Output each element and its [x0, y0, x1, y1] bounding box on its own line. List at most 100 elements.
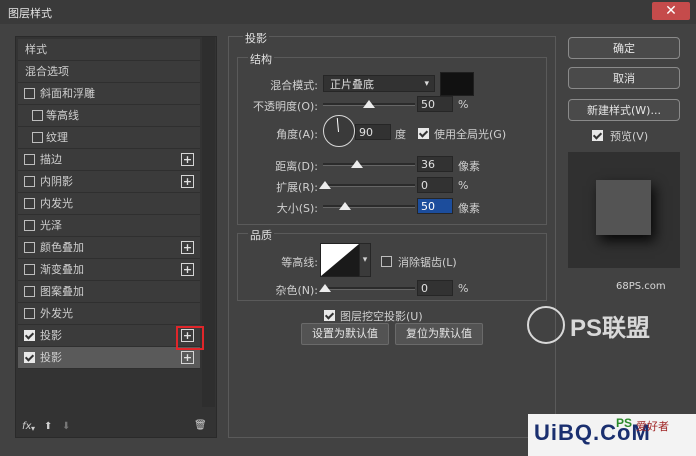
contour-preview[interactable] [320, 243, 360, 277]
ok-button[interactable]: 确定 [568, 37, 680, 59]
add-style-icon[interactable]: + [181, 175, 194, 188]
spread-label: 扩展(R): [276, 181, 318, 194]
add-style-icon[interactable]: + [181, 241, 194, 254]
style-item[interactable]: 样式 [18, 39, 200, 61]
noise-label: 杂色(N): [275, 284, 318, 297]
watermark-badge-ps: PS [616, 416, 633, 430]
anti-alias-checkbox[interactable] [381, 256, 392, 267]
style-item[interactable]: 光泽 [18, 215, 200, 237]
noise-unit: % [458, 282, 469, 295]
distance-slider-track[interactable] [323, 163, 415, 166]
preview-thumbnail [568, 152, 680, 268]
style-item[interactable]: 外发光 [18, 303, 200, 325]
style-item[interactable]: 混合选项 [18, 61, 200, 83]
style-item[interactable]: 投影 + [18, 325, 200, 347]
style-item-label: 内发光 [40, 197, 73, 210]
style-item-label: 纹理 [46, 131, 68, 144]
style-item-label: 光泽 [40, 219, 62, 232]
move-up-icon[interactable]: ⬆ [44, 421, 52, 432]
size-input[interactable]: 50 [417, 198, 453, 214]
annotation-red-box [176, 326, 204, 350]
style-item[interactable]: 等高线 [18, 105, 200, 127]
cancel-button[interactable]: 取消 [568, 67, 680, 89]
style-item[interactable]: 投影 + [18, 347, 200, 369]
style-item-checkbox[interactable] [24, 264, 35, 275]
new-style-button[interactable]: 新建样式(W)... [568, 99, 680, 121]
style-item[interactable]: 内发光 [18, 193, 200, 215]
preview-checkbox[interactable] [592, 130, 603, 141]
close-button[interactable]: ✕ [652, 2, 690, 20]
trash-icon[interactable]: 🗑 [194, 420, 207, 431]
style-item-checkbox[interactable] [24, 88, 35, 99]
shadow-color-swatch[interactable] [440, 72, 474, 96]
make-default-button[interactable]: 设置为默认值 [301, 323, 389, 345]
style-item-label: 颜色叠加 [40, 241, 84, 254]
style-item[interactable]: 内阴影 + [18, 171, 200, 193]
window-title: 图层样式 [8, 7, 52, 20]
style-item[interactable]: 图案叠加 [18, 281, 200, 303]
angle-dial[interactable] [323, 115, 355, 147]
angle-needle [336, 118, 339, 133]
noise-slider-track[interactable] [323, 287, 415, 290]
preview-square [596, 180, 651, 235]
style-item[interactable]: 斜面和浮雕 [18, 83, 200, 105]
title-bar: 图层样式 ✕ [0, 0, 696, 25]
style-item-label: 外发光 [40, 307, 73, 320]
style-item-checkbox[interactable] [24, 352, 35, 363]
blend-mode-label: 混合模式: [270, 79, 318, 92]
style-item-checkbox[interactable] [24, 220, 35, 231]
style-item[interactable]: 描边 + [18, 149, 200, 171]
spread-input[interactable]: 0 [417, 177, 453, 193]
styles-panel: 样式 混合选项 斜面和浮雕 等高线 纹理 描边 + 内阴影 + 内发光 光泽 颜色叠加 + 渐变叠加 + 图案… [15, 36, 217, 438]
spread-slider-track[interactable] [323, 184, 415, 187]
distance-slider-thumb[interactable] [351, 160, 363, 168]
style-item[interactable]: 纹理 [18, 127, 200, 149]
noise-slider-thumb[interactable] [319, 284, 331, 292]
move-down-icon[interactable]: ⬇ [62, 421, 70, 432]
add-style-icon[interactable]: + [181, 153, 194, 166]
contour-dropdown[interactable]: ▾ [359, 243, 371, 277]
style-item-label: 描边 [40, 153, 62, 166]
style-item-checkbox[interactable] [24, 330, 35, 341]
watermark-badge-cn: 爱好者 [636, 420, 669, 433]
style-item-label: 投影 [40, 351, 62, 364]
styles-scrollbar[interactable] [202, 37, 215, 407]
opacity-slider-thumb[interactable] [363, 100, 375, 108]
style-item-checkbox[interactable] [32, 110, 43, 121]
add-style-icon[interactable]: + [181, 263, 194, 276]
style-item-checkbox[interactable] [32, 132, 43, 143]
layer-style-dialog: 样式 混合选项 斜面和浮雕 等高线 纹理 描边 + 内阴影 + 内发光 光泽 颜色叠加 + 渐变叠加 + 图案… [0, 24, 696, 456]
style-item-label: 投影 [40, 329, 62, 342]
quality-group: 品质 等高线: ▾ 消除锯齿(L) 杂色(N): 0 % [237, 227, 547, 301]
style-item-checkbox[interactable] [24, 308, 35, 319]
spread-slider-thumb[interactable] [319, 181, 331, 189]
fx-dropdown-icon[interactable]: ▾ [31, 424, 35, 433]
add-style-icon[interactable]: + [181, 351, 194, 364]
style-item-checkbox[interactable] [24, 176, 35, 187]
style-item[interactable]: 颜色叠加 + [18, 237, 200, 259]
drop-shadow-title: 投影 [243, 30, 269, 46]
style-item-checkbox[interactable] [24, 286, 35, 297]
distance-input[interactable]: 36 [417, 156, 453, 172]
chevron-down-icon: ▾ [424, 79, 429, 89]
styles-bottom-toolbar: fx ▾ ⬆ ⬇ 🗑 [22, 420, 212, 435]
noise-input[interactable]: 0 [417, 280, 453, 296]
style-item-checkbox[interactable] [24, 242, 35, 253]
opacity-unit: % [458, 98, 469, 111]
angle-input[interactable]: 90 [355, 124, 391, 140]
style-item-checkbox[interactable] [24, 154, 35, 165]
angle-label: 角度(A): [276, 128, 318, 141]
global-light-checkbox[interactable] [418, 128, 429, 139]
knockout-checkbox[interactable] [324, 310, 335, 321]
size-slider-track[interactable] [323, 205, 415, 208]
style-item-label: 等高线 [46, 109, 79, 122]
style-item-label: 内阴影 [40, 175, 73, 188]
style-item-checkbox[interactable] [24, 198, 35, 209]
style-item[interactable]: 渐变叠加 + [18, 259, 200, 281]
structure-title: 结构 [248, 51, 274, 67]
size-slider-thumb[interactable] [339, 202, 351, 210]
anti-alias-label: 消除锯齿(L) [398, 256, 457, 269]
opacity-input[interactable]: 50 [417, 96, 453, 112]
reset-default-button[interactable]: 复位为默认值 [395, 323, 483, 345]
blend-mode-select[interactable]: 正片叠底 ▾ [323, 75, 435, 92]
